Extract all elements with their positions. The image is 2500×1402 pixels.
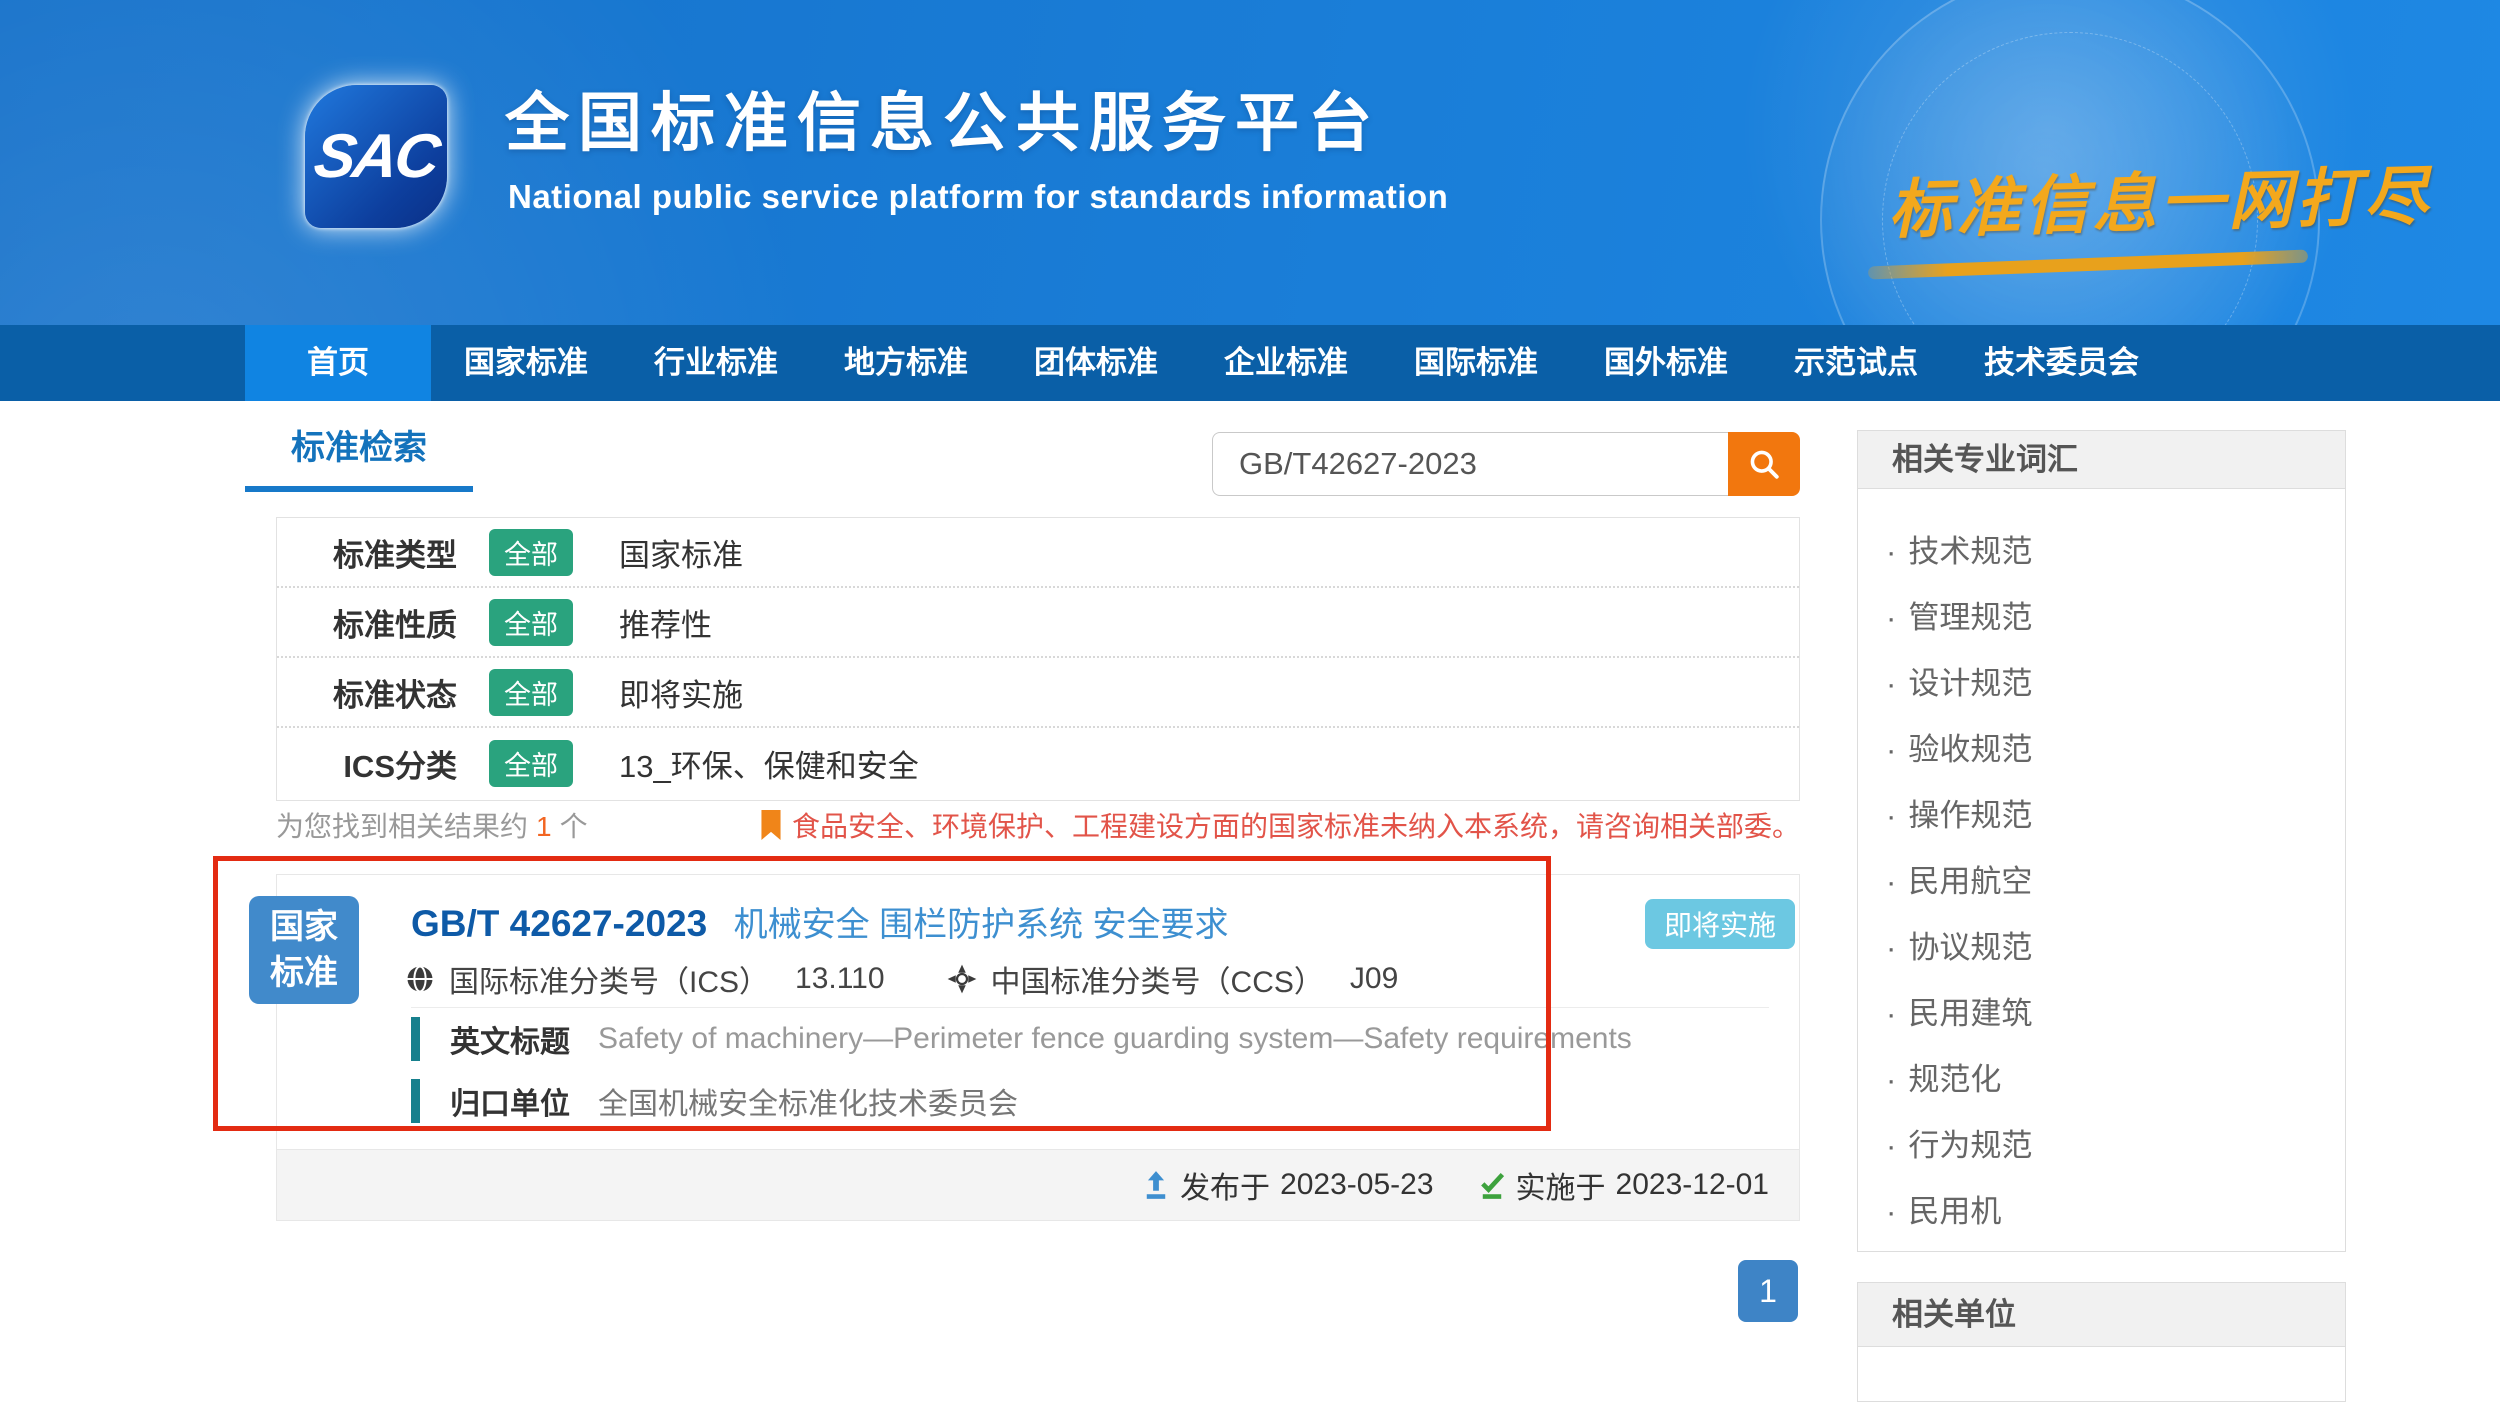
card-footer: 发布于 2023-05-23 实施于 2023-12-01	[277, 1149, 1799, 1220]
filter-badge-all[interactable]: 全部	[489, 740, 573, 787]
filter-value[interactable]: 推荐性	[619, 600, 712, 645]
committee-label: 归口单位	[450, 1079, 570, 1123]
ics-label: 国际标准分类号（ICS）	[449, 957, 769, 1001]
search-bar	[1212, 432, 1800, 496]
nav-item-pilot-demo[interactable]: 示范试点	[1761, 325, 1951, 401]
published-label: 发布于	[1180, 1163, 1270, 1207]
publish-icon	[1142, 1170, 1180, 1200]
english-title-label: 英文标题	[450, 1017, 570, 1061]
teal-bar	[411, 1079, 420, 1123]
filter-value[interactable]: 即将实施	[619, 670, 743, 715]
filter-panel: 标准类型 全部 国家标准 标准性质 全部 推荐性 标准状态 全部 即将实施 IC…	[276, 517, 1800, 801]
classification-row: 国际标准分类号（ICS） 13.110 中国标准分类号（CCS） J09	[405, 957, 1398, 1001]
vocab-item[interactable]: 操作规范	[1886, 783, 2345, 849]
search-icon	[1746, 446, 1782, 482]
published-date-group: 发布于 2023-05-23	[1142, 1163, 1433, 1207]
filter-row-standard-nature: 标准性质 全部 推荐性	[277, 588, 1799, 658]
filter-value[interactable]: 13_环保、保健和安全	[619, 741, 919, 786]
implemented-label: 实施于	[1516, 1163, 1606, 1207]
type-badge-line1: 国家	[270, 904, 338, 950]
nav-item-local-standards[interactable]: 地方标准	[811, 325, 1001, 401]
ccs-label: 中国标准分类号（CCS）	[991, 957, 1324, 1001]
status-badge: 即将实施	[1645, 899, 1795, 949]
banner-slogan: 标准信息一网打尽	[1887, 145, 2433, 251]
nav-item-enterprise-standards[interactable]: 企业标准	[1191, 325, 1381, 401]
implemented-date-group: 实施于 2023-12-01	[1478, 1163, 1769, 1207]
filter-value[interactable]: 国家标准	[619, 530, 743, 575]
compass-icon	[947, 964, 991, 994]
results-count: 为您找到相关结果约 1个	[276, 805, 588, 845]
nav-item-foreign-standards[interactable]: 国外标准	[1571, 325, 1761, 401]
vocab-item[interactable]: 管理规范	[1886, 585, 2345, 651]
search-input[interactable]	[1212, 432, 1728, 496]
ccs-value: J09	[1350, 962, 1398, 996]
related-vocabulary-panel: 相关专业词汇 技术规范 管理规范 设计规范 验收规范 操作规范 民用航空 协议规…	[1857, 430, 2346, 1252]
standard-number[interactable]: GB/T 42627-2023	[411, 903, 707, 944]
results-count-prefix: 为您找到相关结果约	[276, 811, 528, 842]
header-banner: SAC 全国标准信息公共服务平台 National public service…	[0, 0, 2500, 325]
standard-type-badge: 国家 标准	[249, 896, 359, 1004]
system-notice-text: 食品安全、环境保护、工程建设方面的国家标准未纳入本系统，请咨询相关部委。	[792, 805, 1800, 845]
nav-item-home[interactable]: 首页	[245, 325, 431, 401]
english-title-row: 英文标题 Safety of machinery—Perimeter fence…	[411, 1017, 1632, 1061]
related-vocabulary-list: 技术规范 管理规范 设计规范 验收规范 操作规范 民用航空 协议规范 民用建筑 …	[1858, 489, 2345, 1245]
ics-value: 13.110	[795, 962, 885, 996]
vocab-item[interactable]: 设计规范	[1886, 651, 2345, 717]
standard-title-link[interactable]: GB/T 42627-2023 机械安全 围栏防护系统 安全要求	[411, 897, 1229, 946]
filter-badge-all[interactable]: 全部	[489, 599, 573, 646]
published-date: 2023-05-23	[1280, 1168, 1433, 1202]
nav-item-technical-committee[interactable]: 技术委员会	[1951, 325, 2172, 401]
vocab-item[interactable]: 民用机	[1886, 1179, 2345, 1245]
nav-item-industry-standards[interactable]: 行业标准	[621, 325, 811, 401]
nav-item-group-standards[interactable]: 团体标准	[1001, 325, 1191, 401]
vocab-item[interactable]: 协议规范	[1886, 915, 2345, 981]
related-units-panel: 相关单位	[1857, 1282, 2346, 1402]
vocab-item[interactable]: 民用建筑	[1886, 981, 2345, 1047]
related-vocabulary-title: 相关专业词汇	[1858, 431, 2345, 489]
results-meta-row: 为您找到相关结果约 1个 食品安全、环境保护、工程建设方面的国家标准未纳入本系统，…	[276, 804, 1800, 846]
vocab-item[interactable]: 规范化	[1886, 1047, 2345, 1113]
site-title: 全国标准信息公共服务平台	[505, 72, 1381, 164]
globe-icon	[405, 964, 449, 994]
filter-label: 标准状态	[307, 670, 457, 715]
filter-row-standard-type: 标准类型 全部 国家标准	[277, 518, 1799, 588]
filter-label: 标准性质	[307, 600, 457, 645]
card-divider	[411, 1007, 1769, 1008]
vocab-item[interactable]: 行为规范	[1886, 1113, 2345, 1179]
committee-value: 全国机械安全标准化技术委员会	[598, 1079, 1018, 1123]
sac-logo-text: SAC	[310, 121, 442, 192]
type-badge-line2: 标准	[270, 950, 338, 996]
nav-item-national-standards[interactable]: 国家标准	[431, 325, 621, 401]
implement-icon	[1478, 1170, 1516, 1200]
filter-label: ICS分类	[307, 741, 457, 786]
filter-row-standard-status: 标准状态 全部 即将实施	[277, 658, 1799, 728]
related-units-title: 相关单位	[1858, 1283, 2345, 1347]
main-nav: 首页 国家标准 行业标准 地方标准 团体标准 企业标准 国际标准 国外标准 示范…	[0, 325, 2500, 401]
vocab-item[interactable]: 验收规范	[1886, 717, 2345, 783]
results-count-number: 1	[536, 811, 552, 842]
sac-logo: SAC	[305, 85, 447, 228]
implemented-date: 2023-12-01	[1616, 1168, 1769, 1202]
teal-bar	[411, 1017, 420, 1061]
tab-standard-retrieval[interactable]: 标准检索	[245, 420, 473, 492]
filter-badge-all[interactable]: 全部	[489, 529, 573, 576]
english-title-value: Safety of machinery—Perimeter fence guar…	[598, 1022, 1632, 1056]
nav-item-international-standards[interactable]: 国际标准	[1381, 325, 1571, 401]
standard-name[interactable]: 机械安全 围栏防护系统 安全要求	[734, 906, 1229, 944]
bookmark-icon	[760, 810, 792, 840]
vocab-item[interactable]: 民用航空	[1886, 849, 2345, 915]
result-card: 国家 标准 GB/T 42627-2023 机械安全 围栏防护系统 安全要求 即…	[276, 874, 1800, 1221]
vocab-item[interactable]: 技术规范	[1886, 519, 2345, 585]
results-count-suffix: 个	[560, 811, 588, 842]
system-notice: 食品安全、环境保护、工程建设方面的国家标准未纳入本系统，请咨询相关部委。	[760, 805, 1800, 845]
pagination-page-1[interactable]: 1	[1738, 1260, 1798, 1322]
filter-badge-all[interactable]: 全部	[489, 669, 573, 716]
filter-row-ics-category: ICS分类 全部 13_环保、保健和安全	[277, 728, 1799, 798]
filter-label: 标准类型	[307, 530, 457, 575]
site-subtitle: National public service platform for sta…	[508, 178, 1448, 216]
search-button[interactable]	[1728, 432, 1800, 496]
committee-row: 归口单位 全国机械安全标准化技术委员会	[411, 1079, 1018, 1123]
